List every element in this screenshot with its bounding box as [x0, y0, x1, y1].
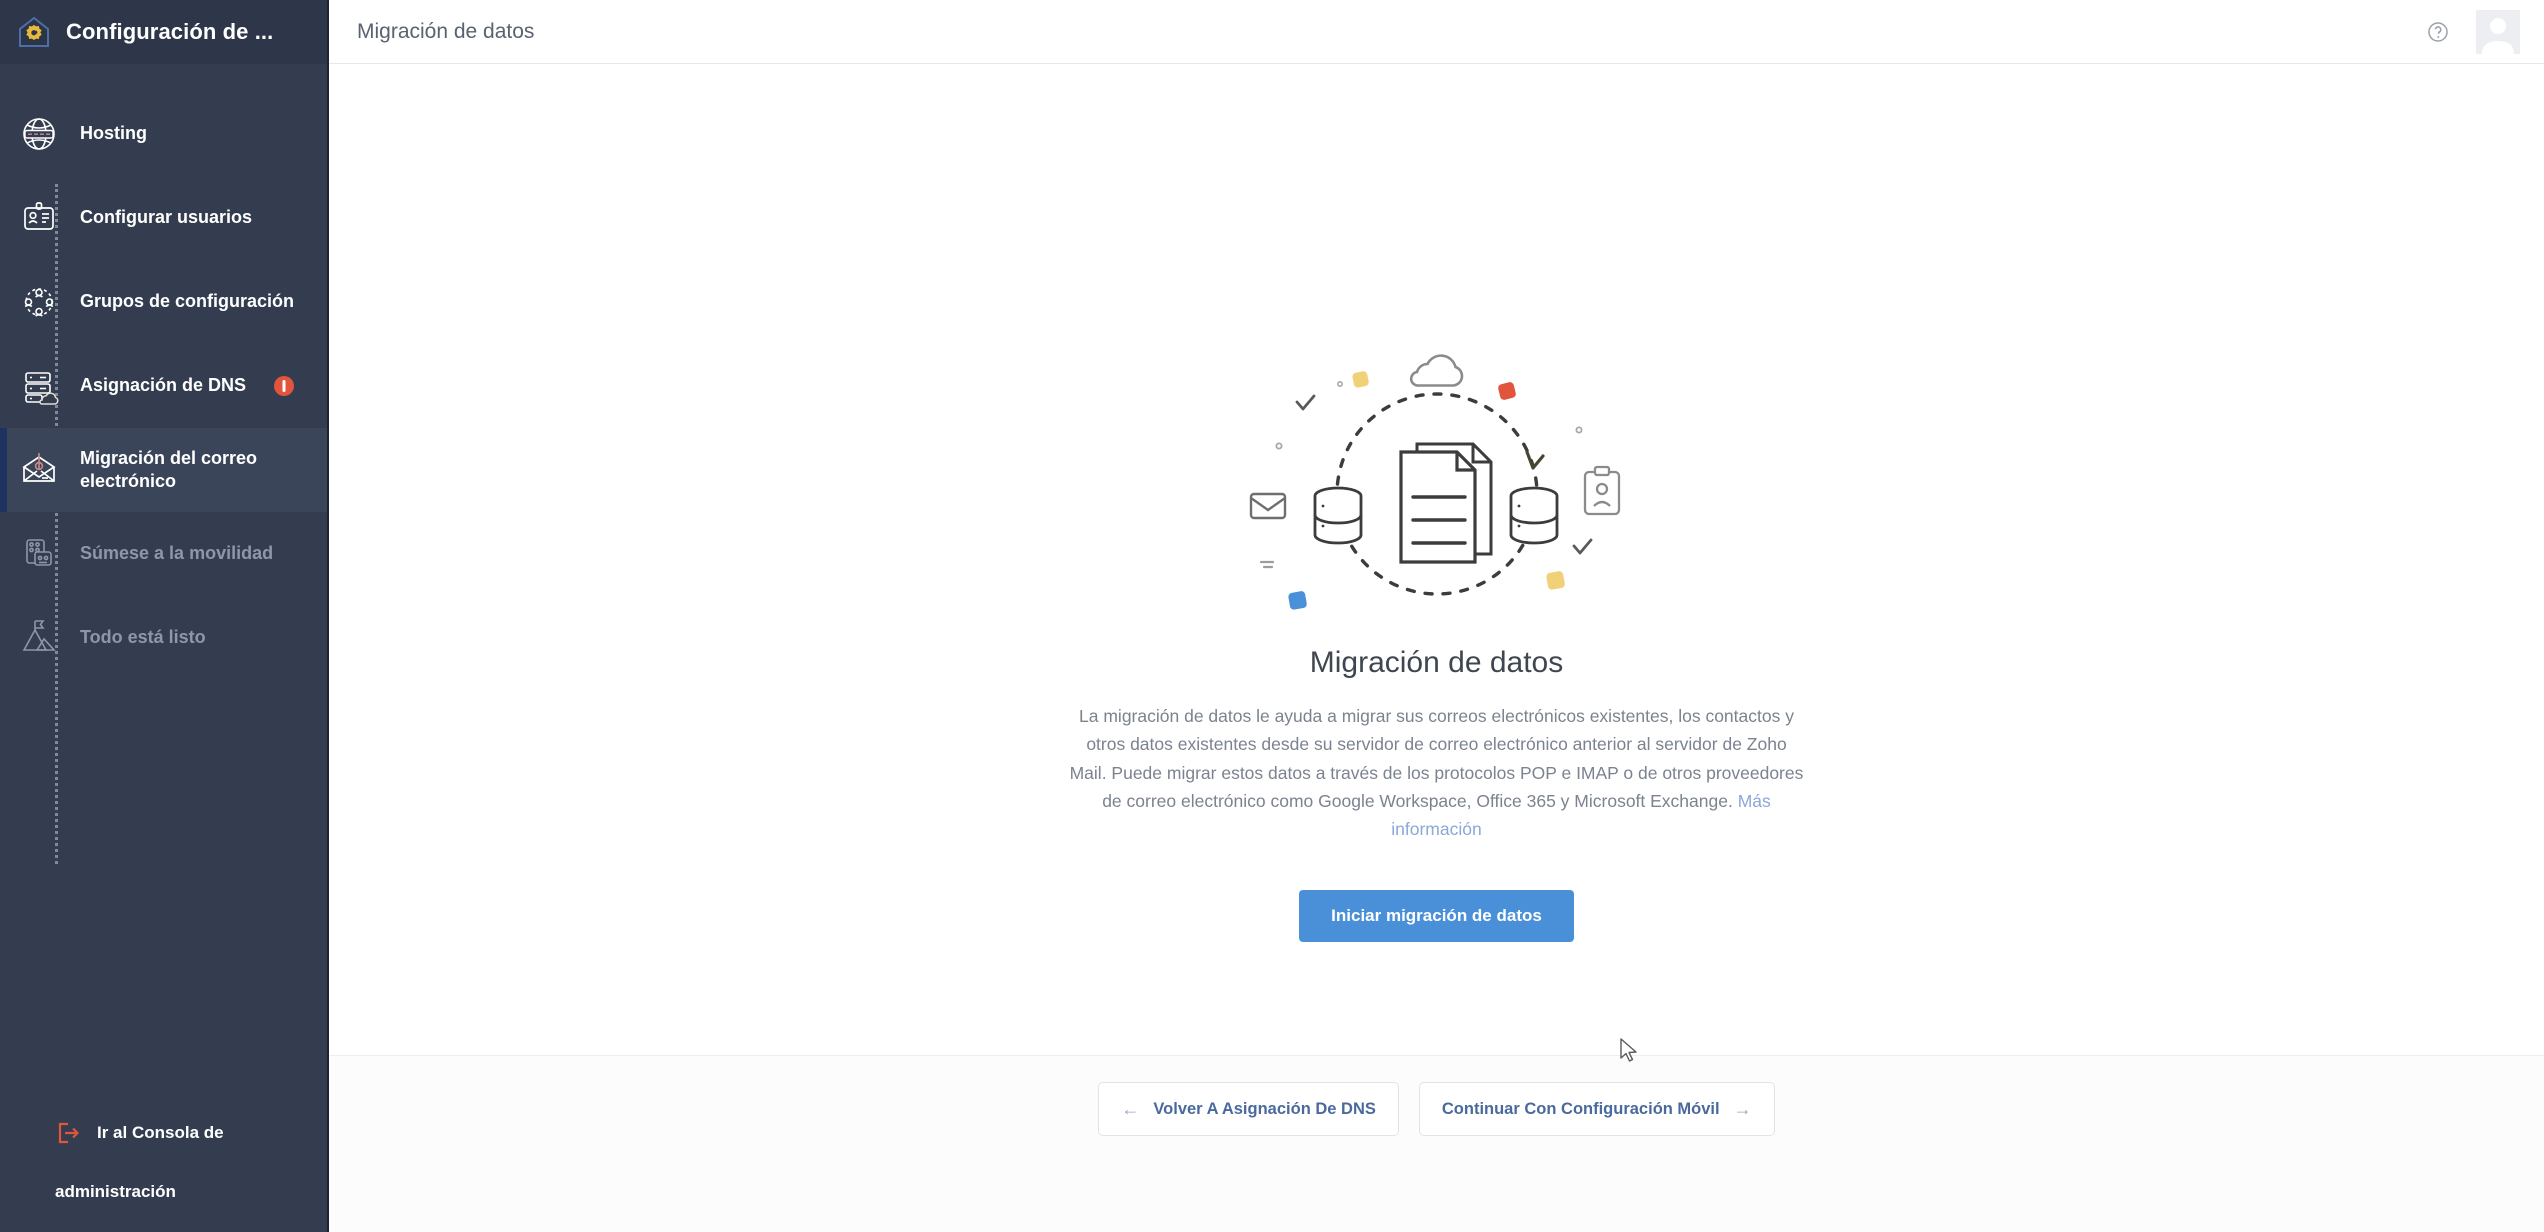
data-migration-illustration	[1227, 334, 1647, 634]
next-button-label: Continuar Con Configuración Móvil	[1441, 1099, 1720, 1118]
sidebar-item-label: Migración del correo electrónico	[80, 447, 258, 491]
setup-steps-list: Hosting Configurar usuarios Grupos de co…	[0, 64, 327, 1120]
sidebar-item-label: Hosting	[80, 123, 147, 144]
back-to-dns-button[interactable]: ← Volver A Asignación De DNS	[1098, 1082, 1399, 1136]
sidebar-item-hosting[interactable]: Hosting	[0, 92, 327, 176]
sidebar-item-label: Configurar usuarios	[80, 207, 253, 228]
app-title: Configuración de ...	[66, 19, 274, 44]
content-area: Migración de datos La migración de datos…	[329, 64, 2544, 1055]
app-root: Configuración de ... Hosting Configurar …	[0, 0, 2544, 1232]
sidebar-item-grupos-de-configuracion[interactable]: Grupos de configuración	[0, 260, 327, 344]
go-to-admin-console-label: Ir al Consola de	[97, 1123, 224, 1142]
arrow-right-icon: →	[1733, 1098, 1752, 1119]
mobile-devices-icon	[16, 531, 62, 577]
question-circle-icon[interactable]	[2426, 20, 2450, 44]
globe-icon	[16, 111, 62, 157]
server-cloud-icon	[16, 363, 62, 409]
status-badge-dns-alert	[274, 376, 295, 396]
page-description: La migración de datos le ayuda a migrar …	[1067, 702, 1807, 844]
sidebar-footer: Ir al Consola de administración	[0, 1120, 327, 1232]
user-group-icon	[16, 279, 62, 325]
sidebar-header: Configuración de ...	[0, 0, 327, 64]
sidebar-item-label: Súmese a la movilidad	[80, 543, 274, 564]
mountain-flag-icon	[16, 615, 62, 661]
sidebar-item-configurar-usuarios[interactable]: Configurar usuarios	[0, 176, 327, 260]
start-data-migration-button[interactable]: Iniciar migración de datos	[1299, 889, 1574, 942]
breadcrumb: Migración de datos	[357, 19, 535, 43]
sidebar-item-migracion-del-correo-electronico[interactable]: Migración del correo electrónico	[0, 428, 327, 512]
back-button-label: Volver A Asignación De DNS	[1153, 1099, 1376, 1118]
user-avatar-icon[interactable]	[2476, 9, 2520, 54]
sidebar-item-label: Grupos de configuración	[80, 291, 295, 312]
exit-icon	[55, 1120, 81, 1146]
continue-mobile-setup-button[interactable]: Continuar Con Configuración Móvil →	[1418, 1082, 1775, 1136]
top-bar: Migración de datos	[329, 0, 2544, 64]
sidebar-item-asignacion-de-dns[interactable]: Asignación de DNS	[0, 344, 327, 428]
wizard-footer: ← Volver A Asignación De DNS Continuar C…	[329, 1055, 2544, 1232]
sidebar-item-todo-esta-listo[interactable]: Todo está listo	[0, 596, 327, 680]
page-title: Migración de datos	[1309, 646, 1564, 679]
setup-sidebar: Configuración de ... Hosting Configurar …	[0, 0, 329, 1232]
sidebar-item-sumese-a-la-movilidad[interactable]: Súmese a la movilidad	[0, 512, 327, 596]
home-gear-icon	[16, 14, 52, 50]
sidebar-item-label: Asignación de DNS	[80, 375, 247, 396]
sidebar-item-label: Todo está listo	[80, 627, 206, 648]
id-card-icon	[16, 195, 62, 241]
go-to-admin-console-link[interactable]: Ir al Consola de	[0, 1120, 327, 1146]
mail-migration-icon	[16, 447, 62, 493]
go-to-admin-console-label-2: administración	[55, 1182, 176, 1201]
arrow-left-icon: ←	[1121, 1098, 1140, 1119]
main-panel: Migración de datos Migración de datos La…	[329, 0, 2544, 1232]
description-text: La migración de datos le ayuda a migrar …	[1069, 706, 1804, 812]
